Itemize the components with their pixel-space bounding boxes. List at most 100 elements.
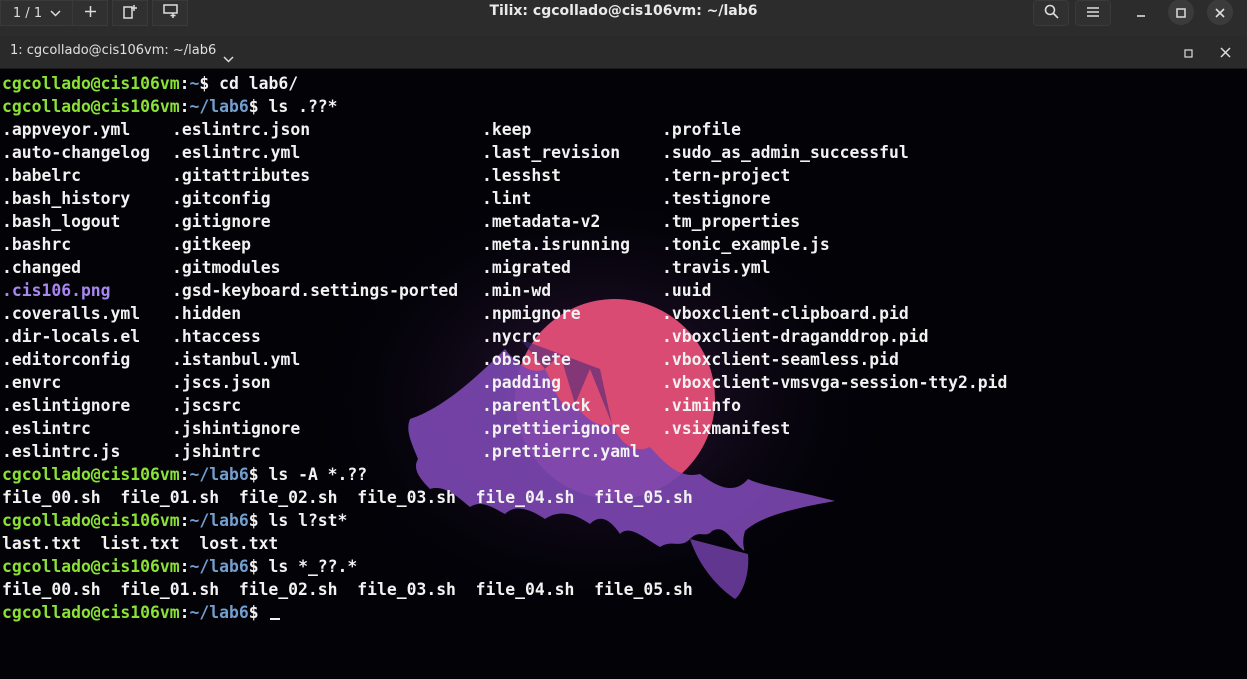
prompt-path: ~/lab6 — [189, 97, 249, 116]
listing-row: .envrc .jscs.json .padding .vboxclient-vmsv… — [2, 371, 1007, 394]
prompt-user: cgcollado@cis106vm — [2, 511, 180, 530]
listing-entry: .appveyor.yml — [2, 120, 131, 139]
command-output: file_00.sh file_01.sh file_02.sh file_03… — [2, 580, 693, 599]
listing-entry: .keep — [482, 120, 532, 139]
listing-entry: .lint — [482, 189, 532, 208]
listing-entry: .sudo_as_admin_successful — [662, 143, 909, 162]
listing-entry: .jscs.json — [172, 373, 271, 392]
listing-row: .editorconfig .istanbul.yml .obsolete .vbox… — [2, 348, 899, 371]
prompt-path: ~/lab6 — [189, 465, 249, 484]
listing-entry: .migrated — [482, 258, 571, 277]
listing-entry: .metadata-v2 — [482, 212, 601, 231]
command-text: ls l?st* — [268, 511, 348, 530]
command-text: cd lab6/ — [219, 74, 299, 93]
listing-entry: .gitkeep — [172, 235, 251, 254]
listing-entry: .babelrc — [2, 166, 81, 185]
listing-entry: .tern-project — [662, 166, 791, 185]
listing-entry: .gitmodules — [172, 258, 281, 277]
terminal-output[interactable]: cgcollado@cis106vm:~$ cd lab6/ cgcollado… — [0, 69, 1247, 679]
listing-entry: .editorconfig — [2, 350, 131, 369]
close-terminal-button[interactable] — [1217, 44, 1233, 60]
prompt-line: cgcollado@cis106vm:~/lab6$ ls -A *.?? — [2, 465, 368, 484]
text-cursor — [270, 602, 281, 620]
minimize-button[interactable] — [1128, 0, 1154, 25]
prompt-line: cgcollado@cis106vm:~/lab6$ ls l?st* — [2, 511, 348, 530]
close-window-button[interactable] — [1207, 0, 1233, 25]
prompt-line: cgcollado@cis106vm:~/lab6$ ls *_??.* — [2, 557, 358, 576]
listing-entry: .jshintrc — [172, 442, 261, 461]
prompt-user: cgcollado@cis106vm — [2, 603, 180, 622]
listing-row: .eslintignore .jscsrc .parentlock .viminfo — [2, 394, 741, 417]
prompt-user: cgcollado@cis106vm — [2, 97, 180, 116]
listing-entry: .vsixmanifest — [662, 419, 791, 438]
listing-entry: .istanbul.yml — [172, 350, 301, 369]
close-icon — [1215, 3, 1225, 22]
listing-row: .coveralls.yml .hidden .npmignore .vboxclie… — [2, 302, 909, 325]
command-output: last.txt list.txt lost.txt — [2, 534, 279, 553]
maximize-icon — [1176, 3, 1186, 22]
listing-entry: .eslintignore — [2, 396, 131, 415]
listing-entry: .prettierrc.yaml — [482, 442, 640, 461]
terminal-title-bar: 1: cgcollado@cis106vm: ~/lab6 — [0, 36, 1247, 69]
listing-entry: .htaccess — [172, 327, 261, 346]
prompt-path: ~/lab6 — [189, 603, 249, 622]
listing-entry: .dir-locals.el — [2, 327, 141, 346]
maximize-terminal-button[interactable] — [1180, 44, 1196, 60]
command-text: ls -A *.?? — [268, 465, 368, 484]
listing-row: .bash_history .gitconfig .lint .testignore — [2, 187, 771, 210]
listing-entry: .testignore — [662, 189, 771, 208]
listing-entry: .min-wd — [482, 281, 552, 300]
listing-entry: .padding — [482, 373, 561, 392]
command-output: file_00.sh file_01.sh file_02.sh file_03… — [2, 488, 693, 507]
listing-row: .auto-changelog .eslintrc.yml .last_revisi… — [2, 141, 909, 164]
listing-entry: .vboxclient-draganddrop.pid — [662, 327, 929, 346]
listing-row: .babelrc .gitattributes .lesshst .tern-proj… — [2, 164, 790, 187]
listing-entry: .eslintrc.js — [2, 442, 121, 461]
listing-entry: .tonic_example.js — [662, 235, 830, 254]
prompt-user: cgcollado@cis106vm — [2, 557, 180, 576]
prompt-line: cgcollado@cis106vm:~$ cd lab6/ — [2, 74, 299, 93]
listing-entry: .profile — [662, 120, 741, 139]
active-prompt-line[interactable]: cgcollado@cis106vm:~/lab6$ — [2, 601, 693, 624]
listing-entry: .parentlock — [482, 396, 591, 415]
listing-entry: .eslintrc.yml — [172, 143, 301, 162]
terminal-title: 1: cgcollado@cis106vm: ~/lab6 — [10, 43, 217, 58]
listing-entry: .coveralls.yml — [2, 304, 141, 323]
listing-entry: .vboxclient-vmsvga-session-tty2.pid — [662, 373, 1008, 392]
listing-entry: .bash_logout — [2, 212, 121, 231]
listing-entry: .npmignore — [482, 304, 581, 323]
listing-entry: .eslintrc.json — [172, 120, 311, 139]
listing-entry: .lesshst — [482, 166, 561, 185]
terminal-title-dropdown[interactable]: 1: cgcollado@cis106vm: ~/lab6 — [0, 36, 245, 68]
listing-entry: .jscsrc — [172, 396, 242, 415]
listing-entry: .eslintrc — [2, 419, 91, 438]
listing-entry: .changed — [2, 258, 81, 277]
listing-entry: .gitignore — [172, 212, 271, 231]
menu-button[interactable] — [1075, 0, 1111, 26]
listing-entry: .vboxclient-clipboard.pid — [662, 304, 909, 323]
command-text: ls *_??.* — [268, 557, 358, 576]
listing-row: .changed .gitmodules .migrated .travis.yml — [2, 256, 771, 279]
listing-entry: .nycrc — [482, 327, 542, 346]
listing-row: .cis106.png .gsd-keyboard.settings-ported… — [2, 279, 711, 302]
search-icon — [1044, 4, 1059, 23]
listing-entry: .last_revision — [482, 143, 621, 162]
chevron-down-icon — [223, 48, 234, 67]
search-button[interactable] — [1033, 0, 1069, 26]
listing-entry: .auto-changelog — [2, 143, 151, 162]
maximize-button[interactable] — [1168, 0, 1194, 25]
listing-row: .bashrc .gitkeep .meta.isrunning .tonic_exa… — [2, 233, 830, 256]
command-text: ls .??* — [268, 97, 338, 116]
menu-icon — [1087, 6, 1099, 21]
listing-row: .appveyor.yml .eslintrc.json .keep .profile — [2, 118, 741, 141]
listing-entry: .gitconfig — [172, 189, 271, 208]
listing-entry: .bash_history — [2, 189, 131, 208]
listing-entry: .obsolete — [482, 350, 571, 369]
listing-row: .bash_logout .gitignore .metadata-v2 .tm_pr… — [2, 210, 800, 233]
listing-entry-image-file: .cis106.png — [2, 281, 111, 300]
listing-row: .eslintrc.js .jshintrc .prettierrc.yaml — [2, 440, 693, 463]
listing-entry: .vboxclient-seamless.pid — [662, 350, 899, 369]
listing-row: .eslintrc .jshintignore .prettierignore .vs… — [2, 417, 790, 440]
listing-entry: .envrc — [2, 373, 62, 392]
listing-entry: .hidden — [172, 304, 242, 323]
